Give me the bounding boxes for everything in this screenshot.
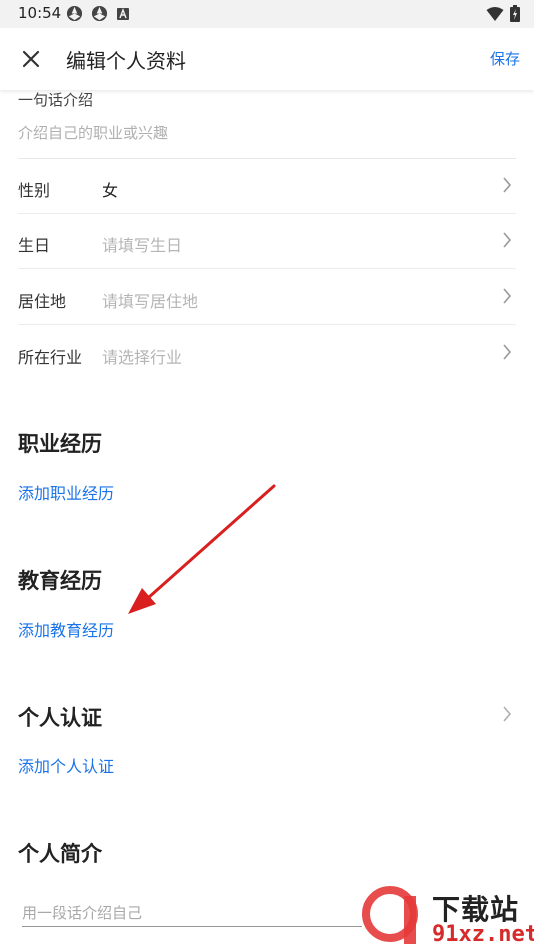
watermark-url: 91xz.net bbox=[432, 922, 534, 947]
aperture-icon bbox=[91, 5, 108, 22]
education-section-title: 教育经历 bbox=[18, 569, 102, 593]
industry-label: 所在行业 bbox=[18, 348, 83, 367]
chevron-right-icon bbox=[503, 232, 512, 248]
close-button[interactable] bbox=[14, 42, 48, 76]
add-certification-link[interactable]: 添加个人认证 bbox=[18, 753, 114, 777]
page-title: 编辑个人资料 bbox=[66, 49, 186, 73]
birthday-row[interactable]: 生日 请填写生日 bbox=[18, 214, 516, 269]
gender-row[interactable]: 性别 女 bbox=[18, 159, 516, 214]
wifi-icon bbox=[486, 6, 504, 21]
residence-label: 居住地 bbox=[18, 292, 67, 311]
add-education-link[interactable]: 添加教育经历 bbox=[18, 617, 114, 641]
industry-value: 请选择行业 bbox=[102, 348, 183, 367]
divider bbox=[18, 324, 516, 325]
add-career-link[interactable]: 添加职业经历 bbox=[18, 480, 114, 504]
birthday-value: 请填写生日 bbox=[102, 236, 183, 255]
chevron-right-icon bbox=[503, 344, 512, 360]
input-underline bbox=[22, 926, 362, 927]
residence-value: 请填写居住地 bbox=[102, 292, 199, 311]
bio-label: 一句话介绍 bbox=[18, 91, 94, 109]
birthday-label: 生日 bbox=[18, 236, 51, 255]
bio-input[interactable]: 介绍自己的职业或兴趣 bbox=[18, 122, 168, 143]
chevron-right-icon bbox=[503, 706, 512, 722]
notification-icons bbox=[66, 5, 130, 22]
industry-row[interactable]: 所在行业 请选择行业 bbox=[18, 326, 516, 381]
certification-row[interactable]: 个人认证 bbox=[18, 700, 516, 734]
career-section-title: 职业经历 bbox=[18, 432, 102, 456]
residence-row[interactable]: 居住地 请填写居住地 bbox=[18, 270, 516, 325]
save-button[interactable]: 保存 bbox=[490, 48, 520, 69]
profile-intro-input[interactable]: 用一段话介绍自己 bbox=[22, 902, 142, 923]
gender-label: 性别 bbox=[18, 181, 51, 200]
app-notification-icon bbox=[117, 7, 129, 20]
watermark-badge-icon bbox=[362, 886, 418, 944]
gender-value: 女 bbox=[102, 181, 119, 200]
chevron-right-icon bbox=[503, 177, 512, 193]
aperture-icon bbox=[66, 5, 83, 22]
battery-icon bbox=[510, 5, 520, 22]
system-icons bbox=[486, 5, 520, 22]
status-bar: 10:54 bbox=[0, 0, 534, 28]
divider bbox=[18, 268, 516, 269]
close-icon bbox=[22, 50, 40, 68]
app-bar: 编辑个人资料 保存 bbox=[0, 28, 534, 90]
status-time: 10:54 bbox=[18, 4, 62, 22]
profile-section-title: 个人简介 bbox=[18, 842, 102, 866]
chevron-right-icon bbox=[503, 288, 512, 304]
certification-section-title: 个人认证 bbox=[18, 706, 102, 730]
